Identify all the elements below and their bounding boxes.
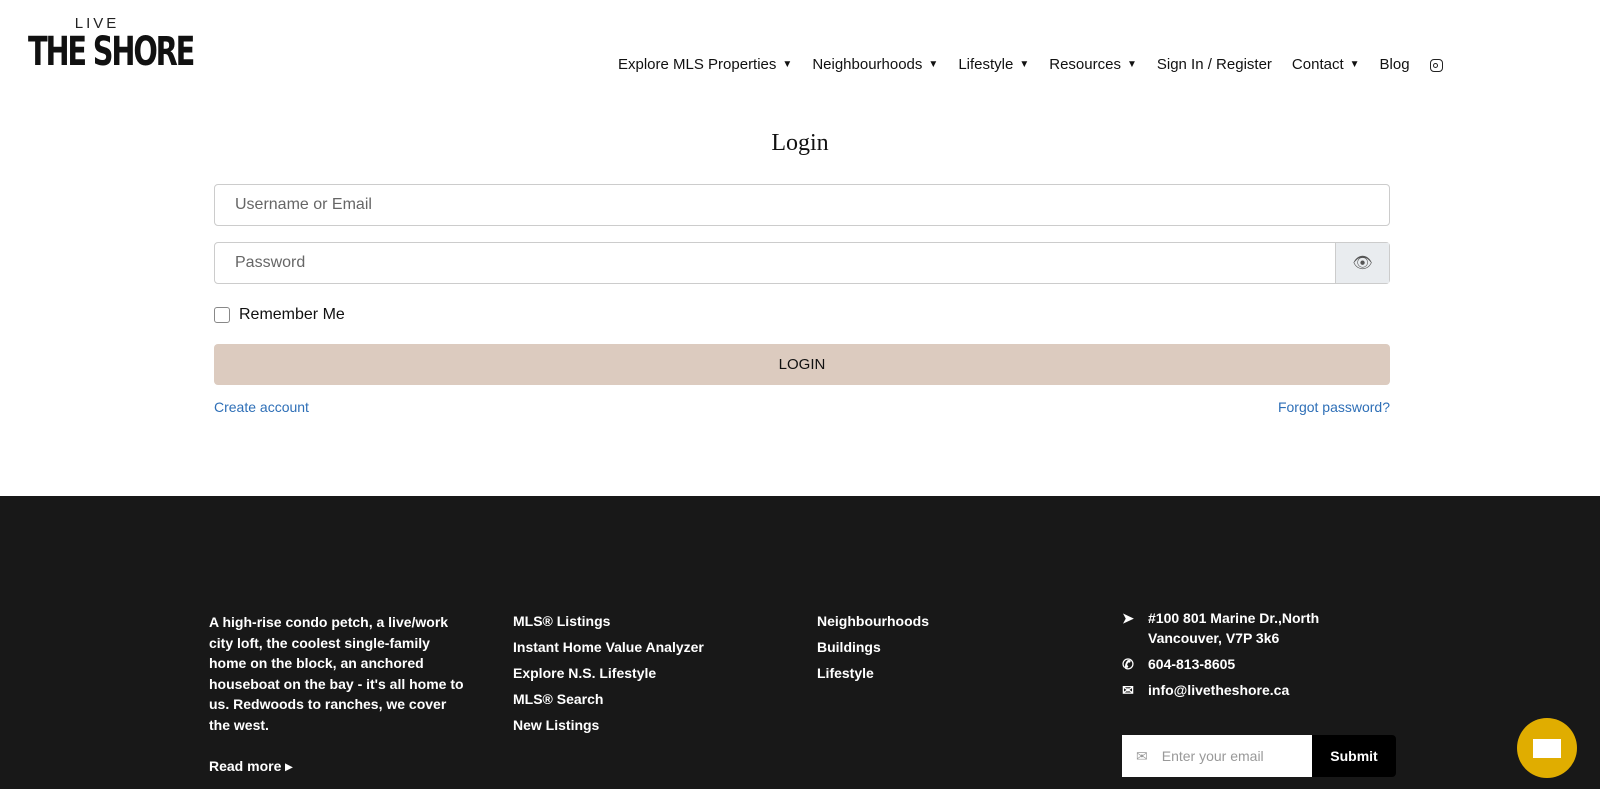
nav-sign-in[interactable]: Sign In / Register xyxy=(1157,56,1272,73)
read-more-label: Read more xyxy=(209,758,282,774)
instagram-icon[interactable] xyxy=(1429,56,1443,73)
footer-link[interactable]: Explore N.S. Lifestyle xyxy=(513,660,704,686)
nav-blog[interactable]: Blog xyxy=(1380,56,1410,73)
remember-me[interactable]: Remember Me xyxy=(214,306,345,324)
caret-down-icon: ▼ xyxy=(1349,59,1360,70)
footer-link[interactable]: Instant Home Value Analyzer xyxy=(513,634,704,660)
chat-button[interactable] xyxy=(1517,718,1577,778)
submit-button[interactable]: Submit xyxy=(1312,735,1396,777)
newsletter-email-input[interactable]: ✉ Enter your email xyxy=(1122,735,1312,777)
address: #100 801 Marine Dr.,North Vancouver, V7P… xyxy=(1148,610,1320,646)
footer-links-2: Neighbourhoods Buildings Lifestyle xyxy=(817,608,929,686)
footer-about: A high-rise condo petch, a live/work cit… xyxy=(209,614,464,733)
footer: A high-rise condo petch, a live/work cit… xyxy=(0,496,1600,789)
email-placeholder: Enter your email xyxy=(1161,748,1264,764)
nav-resources[interactable]: Resources ▼ xyxy=(1049,56,1137,73)
main-nav: Explore MLS Properties ▼ Neighbourhoods ▼ … xyxy=(618,56,1463,73)
password-placeholder: Password xyxy=(235,254,306,271)
email[interactable]: info@livetheshore.ca xyxy=(1148,680,1289,700)
phone-icon: ✆ xyxy=(1122,656,1134,672)
nav-contact[interactable]: Contact ▼ xyxy=(1292,56,1360,73)
nav-label: Resources xyxy=(1049,56,1121,73)
nav-lifestyle[interactable]: Lifestyle ▼ xyxy=(958,56,1029,73)
footer-link[interactable]: New Listings xyxy=(513,712,704,738)
footer-links-1: MLS® Listings Instant Home Value Analyze… xyxy=(513,608,704,738)
footer-link[interactable]: MLS® Search xyxy=(513,686,704,712)
nav-label: Explore MLS Properties xyxy=(618,56,777,73)
location-arrow-icon: ➤ xyxy=(1122,610,1134,626)
footer-link[interactable]: Buildings xyxy=(817,634,929,660)
username-placeholder: Username or Email xyxy=(235,196,372,213)
nav-label: Blog xyxy=(1379,56,1410,73)
remember-checkbox[interactable] xyxy=(214,307,230,323)
caret-right-icon: ▸ xyxy=(285,758,293,774)
caret-down-icon: ▼ xyxy=(1126,59,1137,70)
remember-label: Remember Me xyxy=(239,306,345,323)
phone[interactable]: 604-813-8605 xyxy=(1148,654,1235,674)
logo-main: THE SHORE xyxy=(28,29,195,75)
nav-label: Sign In / Register xyxy=(1156,56,1272,73)
caret-down-icon: ▼ xyxy=(1019,59,1030,70)
caret-down-icon: ▼ xyxy=(782,59,793,70)
contact-info: ➤ #100 801 Marine Dr.,North Vancouver, V7… xyxy=(1120,608,1348,706)
eye-slash-icon[interactable]: 👁 xyxy=(1335,243,1389,283)
username-input[interactable]: Username or Email xyxy=(214,184,1390,226)
envelope-icon: ✉ xyxy=(1136,747,1148,764)
footer-link[interactable]: Neighbourhoods xyxy=(817,608,929,634)
caret-down-icon: ▼ xyxy=(928,59,939,70)
create-account-link[interactable]: Create account xyxy=(214,399,309,415)
footer-link[interactable]: Lifestyle xyxy=(817,660,929,686)
nav-neighbourhoods[interactable]: Neighbourhoods ▼ xyxy=(812,56,938,73)
read-more-link[interactable]: Read more ▸ xyxy=(209,758,292,775)
nav-label: Contact xyxy=(1291,56,1344,73)
page-title: Login xyxy=(771,130,829,156)
password-input[interactable]: Password 👁 xyxy=(214,242,1390,284)
login-button[interactable]: LOGIN xyxy=(214,344,1390,385)
logo[interactable]: LIVE THE SHORE xyxy=(28,15,198,72)
chat-bubble-icon xyxy=(1533,738,1561,758)
nav-label: Neighbourhoods xyxy=(812,56,923,73)
newsletter-form: ✉ Enter your email Submit xyxy=(1122,735,1396,777)
footer-link[interactable]: MLS® Listings xyxy=(513,608,704,634)
envelope-icon: ✉ xyxy=(1122,682,1134,698)
nav-label: Lifestyle xyxy=(958,56,1014,73)
forgot-password-link[interactable]: Forgot password? xyxy=(1278,399,1390,415)
nav-explore-mls[interactable]: Explore MLS Properties ▼ xyxy=(618,56,792,73)
